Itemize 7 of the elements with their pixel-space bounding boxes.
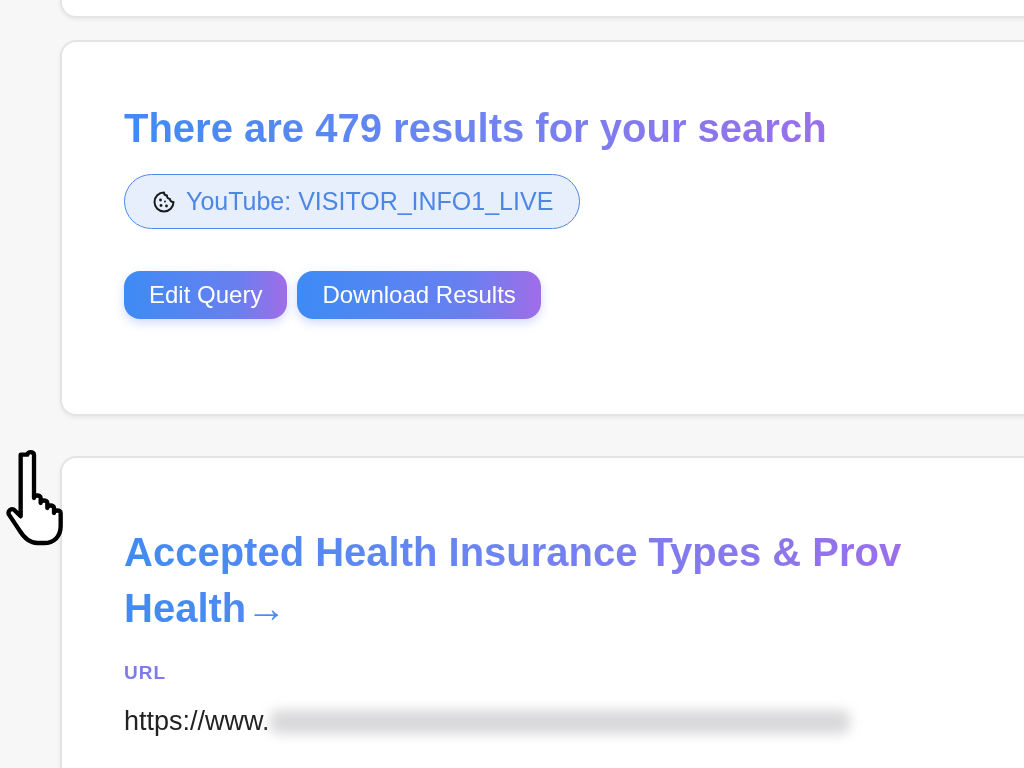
download-results-button[interactable]: Download Results <box>297 271 541 319</box>
cookie-icon <box>152 189 176 214</box>
url-text: https://www. <box>124 706 270 737</box>
edit-query-button[interactable]: Edit Query <box>124 271 288 319</box>
url-label: URL <box>124 662 168 684</box>
cookie-name: YouTube: VISITOR_INFO1_LIVE <box>186 187 554 216</box>
cookie-tag[interactable]: YouTube: VISITOR_INFO1_LIVE <box>124 174 581 229</box>
